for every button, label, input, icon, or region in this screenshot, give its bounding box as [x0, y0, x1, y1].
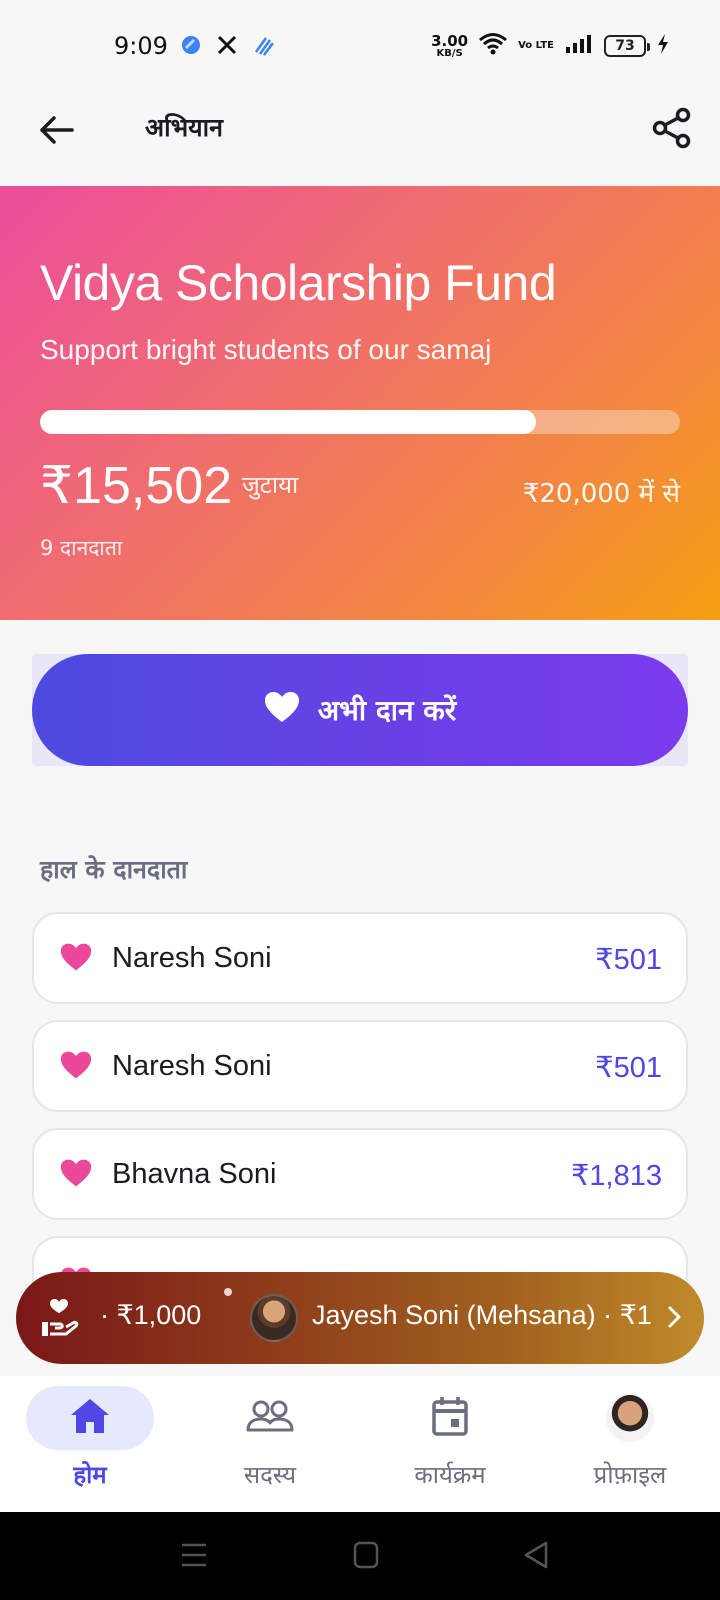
- nav-label-events: कार्यक्रम: [414, 1461, 486, 1489]
- members-icon: [246, 1399, 294, 1437]
- system-status-icons: 3.00 KB/S Vo LTE 73: [431, 32, 670, 60]
- volte-indicator: Vo LTE: [518, 40, 554, 51]
- notification-icons: [180, 34, 276, 60]
- nav-item-members[interactable]: सदस्य: [190, 1386, 350, 1502]
- donor-amount: ₹501: [595, 1052, 662, 1084]
- ticker-previous-amount: · ₹1,000: [100, 1300, 202, 1330]
- heart-icon: [60, 1158, 92, 1192]
- progress-fill: [40, 410, 536, 434]
- status-bar: 9:09 3.00 KB/S Vo LTE 73: [0, 0, 720, 92]
- app-bar: अभियान: [0, 92, 720, 186]
- campaign-title: Vidya Scholarship Fund: [40, 255, 557, 311]
- nav-events-icon-pill: [386, 1386, 514, 1450]
- bottom-navigation: होम सदस्य कार्यक्रम प्रोफ़ाइल: [0, 1376, 720, 1512]
- nav-home-icon-pill: [26, 1386, 154, 1450]
- x-app-icon: [216, 34, 238, 60]
- system-navigation-bar: [0, 1512, 720, 1600]
- net-speed-unit: KB/S: [436, 47, 463, 59]
- recents-icon[interactable]: [180, 1540, 208, 1574]
- nav-label-members: सदस्य: [243, 1461, 297, 1489]
- donor-amount: ₹501: [595, 944, 662, 976]
- chevron-right-icon[interactable]: [666, 1302, 684, 1336]
- nav-item-events[interactable]: कार्यक्रम: [370, 1386, 530, 1502]
- heart-icon: [60, 942, 92, 976]
- raised-label: जुटाया: [242, 471, 299, 499]
- nav-label-profile: प्रोफ़ाइल: [593, 1461, 667, 1489]
- signal-app-icon: [252, 34, 276, 60]
- recent-donors-heading: हाल के दानदाता: [40, 855, 188, 884]
- donor-name: Bhavna Soni: [112, 1158, 277, 1190]
- back-system-icon[interactable]: [522, 1540, 550, 1574]
- ticker-donor-text: Jayesh Soni (Mehsana) · ₹1,: [312, 1300, 652, 1330]
- arrow-left-icon: [38, 115, 74, 149]
- raised-amount: ₹15,502: [40, 457, 233, 515]
- donation-ticker[interactable]: · ₹1,000 Jayesh Soni (Mehsana) · ₹1,: [16, 1272, 704, 1364]
- net-speed: 3.00 KB/S: [431, 31, 469, 59]
- donation-hand-icon: [38, 1296, 82, 1344]
- nav-item-home[interactable]: होम: [10, 1386, 170, 1502]
- donor-count: 9 दानदाता: [40, 536, 123, 560]
- fundraising-progress-bar: [40, 410, 680, 434]
- charging-icon: [656, 33, 670, 59]
- cell-signal-icon: [564, 33, 594, 59]
- nav-profile-icon-pill: [566, 1386, 694, 1450]
- donor-list-item[interactable]: Naresh Soni ₹501: [32, 1020, 688, 1112]
- donor-list-item[interactable]: Bhavna Soni ₹1,813: [32, 1128, 688, 1220]
- app-notification-icon: [180, 34, 202, 60]
- home-icon: [69, 1397, 111, 1439]
- share-icon: [652, 107, 692, 153]
- nav-item-profile[interactable]: प्रोफ़ाइल: [550, 1386, 710, 1502]
- back-button[interactable]: [34, 110, 78, 154]
- campaign-hero: Vidya Scholarship Fund Support bright st…: [0, 186, 720, 620]
- recent-donors-list: Naresh Soni ₹501 Naresh Soni ₹501 Bhavna…: [32, 912, 688, 1322]
- home-system-icon[interactable]: [352, 1540, 380, 1574]
- donor-name: Naresh Soni: [112, 1050, 272, 1082]
- donor-avatar: [250, 1294, 298, 1342]
- heart-icon: [264, 691, 300, 730]
- calendar-icon: [431, 1395, 469, 1441]
- profile-avatar: [606, 1394, 654, 1442]
- goal-amount: ₹20,000 में से: [522, 479, 680, 509]
- share-button[interactable]: [648, 106, 696, 154]
- donor-list-item[interactable]: Naresh Soni ₹501: [32, 912, 688, 1004]
- nav-members-icon-pill: [206, 1386, 334, 1450]
- donate-now-button[interactable]: अभी दान करें: [32, 654, 688, 766]
- donor-amount: ₹1,813: [570, 1160, 662, 1192]
- campaign-subtitle: Support bright students of our samaj: [40, 334, 492, 365]
- donate-button-container: अभी दान करें: [32, 654, 688, 766]
- nav-label-home: होम: [73, 1461, 107, 1489]
- net-speed-value: 3.00: [431, 31, 469, 50]
- wifi-icon: [478, 32, 508, 60]
- battery-indicator: 73: [604, 35, 650, 57]
- status-time: 9:09: [114, 32, 168, 60]
- page-title: अभियान: [145, 113, 224, 142]
- ticker-dot: [224, 1288, 232, 1296]
- heart-icon: [60, 1050, 92, 1084]
- donor-name: Naresh Soni: [112, 942, 272, 974]
- donate-button-label: अभी दान करें: [317, 694, 457, 727]
